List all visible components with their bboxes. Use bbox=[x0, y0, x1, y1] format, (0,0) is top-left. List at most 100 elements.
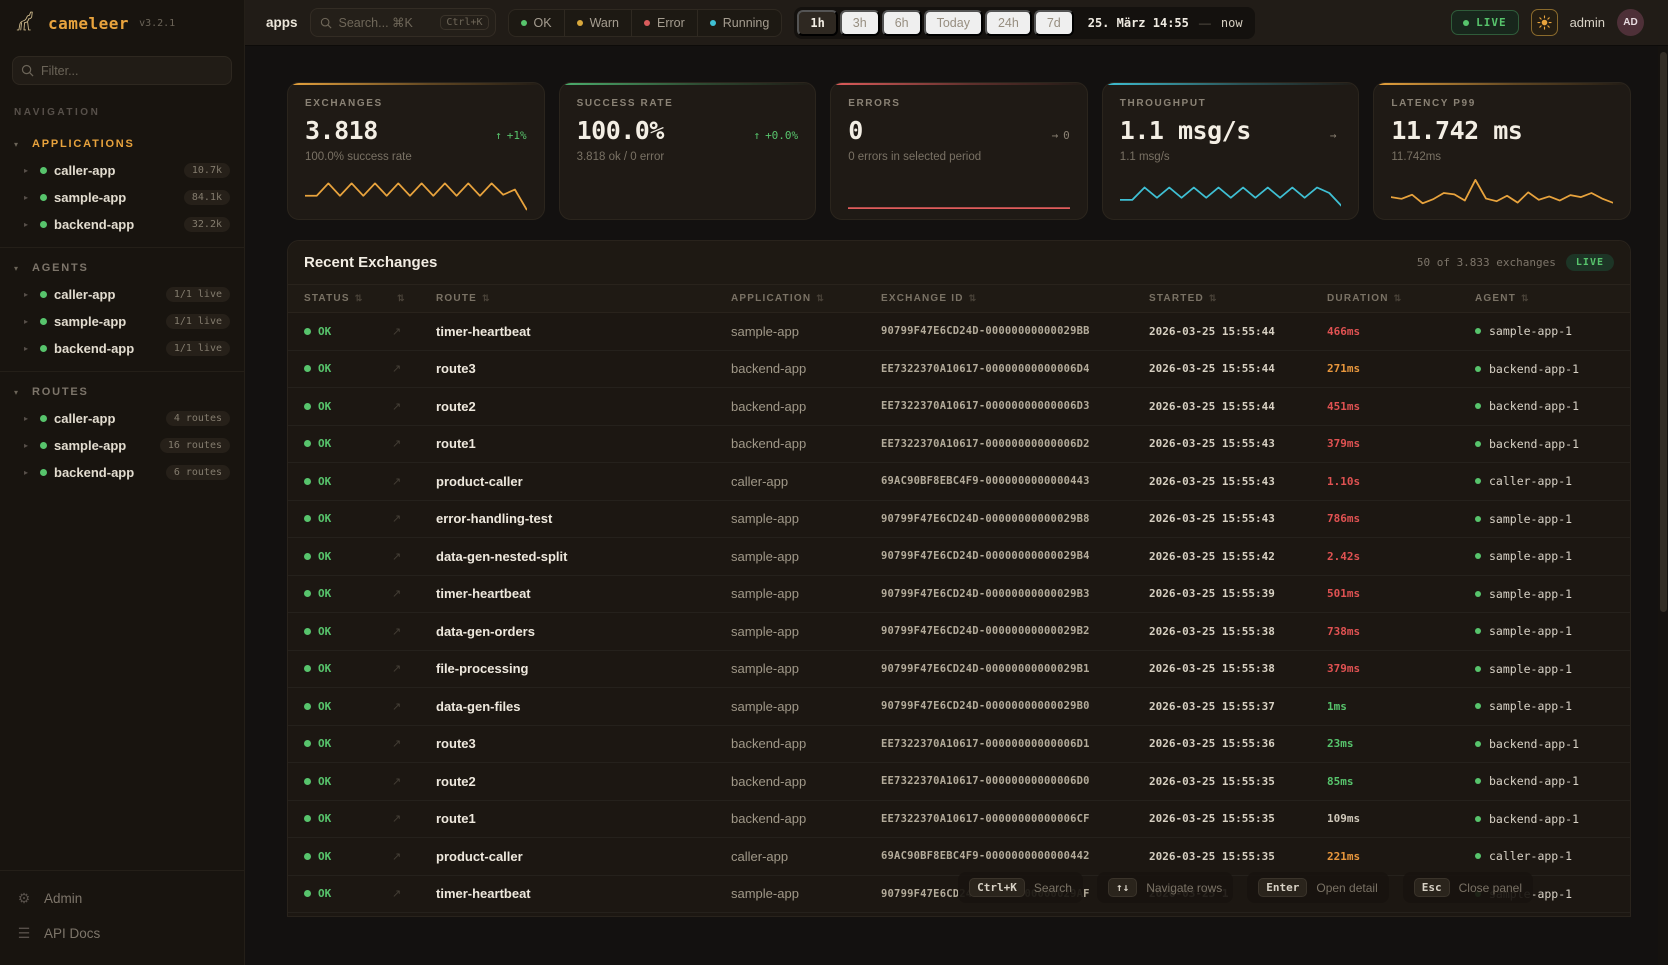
camel-logo-icon bbox=[14, 9, 40, 38]
sidebar-item-sample-app[interactable]: ▸sample-app16 routes bbox=[10, 433, 234, 458]
kpi-title: SUCCESS RATE bbox=[577, 98, 799, 109]
application-cell: sample-app bbox=[731, 586, 881, 601]
column-header-exchange-id[interactable]: EXCHANGE ID⇅ bbox=[881, 293, 1149, 304]
status-dot bbox=[40, 291, 47, 298]
search-shortcut-badge: Ctrl+K bbox=[440, 15, 488, 30]
table-row[interactable]: OK↗data-gen-nested-splitsample-app90799F… bbox=[288, 538, 1630, 576]
table-row[interactable]: OK↗error-handling-testsample-app90799F47… bbox=[288, 501, 1630, 539]
sidebar-section-header-routes[interactable]: ▾ROUTES bbox=[10, 380, 234, 404]
sidebar-item-sample-app[interactable]: ▸sample-app1/1 live bbox=[10, 309, 234, 334]
sidebar-item-backend-app[interactable]: ▸backend-app6 routes bbox=[10, 460, 234, 485]
brand[interactable]: cameleer v3.2.1 bbox=[0, 0, 244, 46]
kpi-card-success-rate[interactable]: SUCCESS RATE100.0%↑+0.0%3.818 ok / 0 err… bbox=[559, 82, 817, 220]
table-row[interactable]: OK↗file-processingsample-app90799F47E6CD… bbox=[288, 651, 1630, 689]
status-filter-ok[interactable]: OK bbox=[509, 10, 564, 36]
card-accent-bar bbox=[288, 83, 544, 85]
time-range-1h[interactable]: 1h bbox=[797, 10, 837, 36]
table-row[interactable]: OK↗product-callercaller-app69AC90BF8EBC4… bbox=[288, 463, 1630, 501]
status-label: OK bbox=[318, 400, 331, 413]
kpi-delta: ↑+0.0% bbox=[753, 129, 798, 142]
sort-icon: ⇅ bbox=[1394, 293, 1403, 304]
sidebar-section-header-applications[interactable]: ▾APPLICATIONS bbox=[10, 132, 234, 156]
duration-cell: 1.10s bbox=[1327, 475, 1475, 488]
column-label: ROUTE bbox=[436, 293, 477, 304]
global-search[interactable]: Search... ⌘K Ctrl+K bbox=[310, 8, 496, 37]
sidebar-section-header-agents[interactable]: ▾AGENTS bbox=[10, 256, 234, 280]
column-header-application[interactable]: APPLICATION⇅ bbox=[731, 293, 881, 304]
duration-cell: 738ms bbox=[1327, 625, 1475, 638]
table-row[interactable]: OK↗data-gen-filessample-app90799F47E6CD2… bbox=[288, 688, 1630, 726]
open-detail-icon: ↗ bbox=[392, 587, 436, 600]
column-header-expand[interactable]: ⇅ bbox=[392, 293, 436, 304]
card-accent-bar bbox=[831, 83, 1087, 85]
started-cell: 2026-03-25 15:55:38 bbox=[1149, 662, 1327, 675]
sidebar-item-sample-app[interactable]: ▸sample-app84.1k bbox=[10, 185, 234, 210]
kpi-card-latency-p99[interactable]: LATENCY P9911.742 ms11.742ms bbox=[1373, 82, 1631, 220]
exchange-id-cell: EE7322370A10617-00000000000006D1 bbox=[881, 738, 1149, 750]
agent-status-dot bbox=[1475, 366, 1481, 372]
sidebar-item-caller-app[interactable]: ▸caller-app10.7k bbox=[10, 158, 234, 183]
table-row[interactable]: OK↗route1backend-appEE7322370A10617-0000… bbox=[288, 426, 1630, 464]
scrollbar-thumb[interactable] bbox=[1660, 52, 1667, 612]
table-row[interactable]: OK↗route2backend-appEE7322370A10617-0000… bbox=[288, 763, 1630, 801]
sidebar-item-api-docs[interactable]: ☰ API Docs bbox=[14, 916, 230, 951]
column-header-status[interactable]: STATUS⇅ bbox=[304, 293, 392, 304]
topbar-right: LIVE admin AD bbox=[1451, 9, 1644, 36]
table-row[interactable]: OK↗product-callercaller-app69AC90BF8EBC4… bbox=[288, 838, 1630, 876]
status-label: OK bbox=[318, 850, 331, 863]
kpi-value: 1.1 msg/s bbox=[1120, 116, 1251, 145]
live-toggle-button[interactable]: LIVE bbox=[1451, 10, 1519, 35]
open-detail-icon: ↗ bbox=[392, 662, 436, 675]
started-cell: 2026-03-25 15:55:35 bbox=[1149, 812, 1327, 825]
sidebar-section-applications: ▾APPLICATIONS▸caller-app10.7k▸sample-app… bbox=[0, 124, 244, 247]
status-filter-warn[interactable]: Warn bbox=[564, 10, 631, 36]
sidebar-item-caller-app[interactable]: ▸caller-app4 routes bbox=[10, 406, 234, 431]
table-row[interactable]: OK↗timer-heartbeatsample-app90799F47E6CD… bbox=[288, 313, 1630, 351]
table-row[interactable]: OK↗data-gen-orderssample-app90799F47E6CD… bbox=[288, 613, 1630, 651]
time-range-date: 25. März 14:55 bbox=[1088, 16, 1189, 30]
sidebar-item-admin[interactable]: ⚙ Admin bbox=[14, 881, 230, 916]
kpi-cards-row: EXCHANGES3.818↑+1%100.0% success rateSUC… bbox=[287, 82, 1631, 220]
sidebar-filter-input[interactable] bbox=[12, 56, 232, 85]
kpi-value: 3.818 bbox=[305, 116, 378, 145]
sidebar-item-caller-app[interactable]: ▸caller-app1/1 live bbox=[10, 282, 234, 307]
status-filter-running[interactable]: Running bbox=[697, 10, 782, 36]
search-icon bbox=[320, 17, 332, 29]
avatar[interactable]: AD bbox=[1617, 9, 1644, 36]
time-range-3h[interactable]: 3h bbox=[840, 10, 880, 36]
table-row[interactable]: OK↗route2backend-appEE7322370A10617-0000… bbox=[288, 388, 1630, 426]
status-filter-error[interactable]: Error bbox=[631, 10, 697, 36]
table-row[interactable]: OK↗route3backend-appEE7322370A10617-0000… bbox=[288, 726, 1630, 764]
sort-icon: ⇅ bbox=[1209, 293, 1218, 304]
table-row[interactable]: OK↗route1backend-appEE7322370A10617-0000… bbox=[288, 801, 1630, 839]
duration-cell: 1ms bbox=[1327, 700, 1475, 713]
column-header-duration[interactable]: DURATION⇅ bbox=[1327, 293, 1475, 304]
sort-icon: ⇅ bbox=[1521, 293, 1530, 304]
scrollbar-track[interactable] bbox=[1658, 46, 1668, 965]
table-row[interactable]: OK↗route3backend-appEE7322370A10617-0000… bbox=[288, 351, 1630, 389]
sidebar-item-backend-app[interactable]: ▸backend-app1/1 live bbox=[10, 336, 234, 361]
kpi-card-throughput[interactable]: THROUGHPUT1.1 msg/s→1.1 msg/s bbox=[1102, 82, 1360, 220]
column-header-agent[interactable]: AGENT⇅ bbox=[1475, 293, 1614, 304]
time-range-7d[interactable]: 7d bbox=[1034, 10, 1074, 36]
theme-toggle-button[interactable] bbox=[1531, 9, 1558, 36]
open-detail-icon: ↗ bbox=[392, 625, 436, 638]
chevron-down-icon: ▾ bbox=[14, 264, 24, 273]
time-range-today[interactable]: Today bbox=[924, 10, 983, 36]
column-header-route[interactable]: ROUTE⇅ bbox=[436, 293, 731, 304]
hint-label: Navigate rows bbox=[1146, 881, 1222, 895]
agent-label: caller-app-1 bbox=[1489, 474, 1572, 488]
status-cell: OK bbox=[304, 737, 392, 750]
time-range-24h[interactable]: 24h bbox=[985, 10, 1032, 36]
sort-icon: ⇅ bbox=[816, 293, 825, 304]
status-dot bbox=[40, 167, 47, 174]
agent-cell: backend-app-1 bbox=[1475, 812, 1614, 826]
kpi-card-exchanges[interactable]: EXCHANGES3.818↑+1%100.0% success rate bbox=[287, 82, 545, 220]
sidebar-item-backend-app[interactable]: ▸backend-app32.2k bbox=[10, 212, 234, 237]
column-header-started[interactable]: STARTED⇅ bbox=[1149, 293, 1327, 304]
kpi-card-errors[interactable]: ERRORS0→00 errors in selected period bbox=[830, 82, 1088, 220]
time-range-6h[interactable]: 6h bbox=[882, 10, 922, 36]
list-icon: ☰ bbox=[16, 925, 32, 942]
started-cell: 2026-03-25 15:55:44 bbox=[1149, 362, 1327, 375]
table-row[interactable]: OK↗timer-heartbeatsample-app90799F47E6CD… bbox=[288, 576, 1630, 614]
